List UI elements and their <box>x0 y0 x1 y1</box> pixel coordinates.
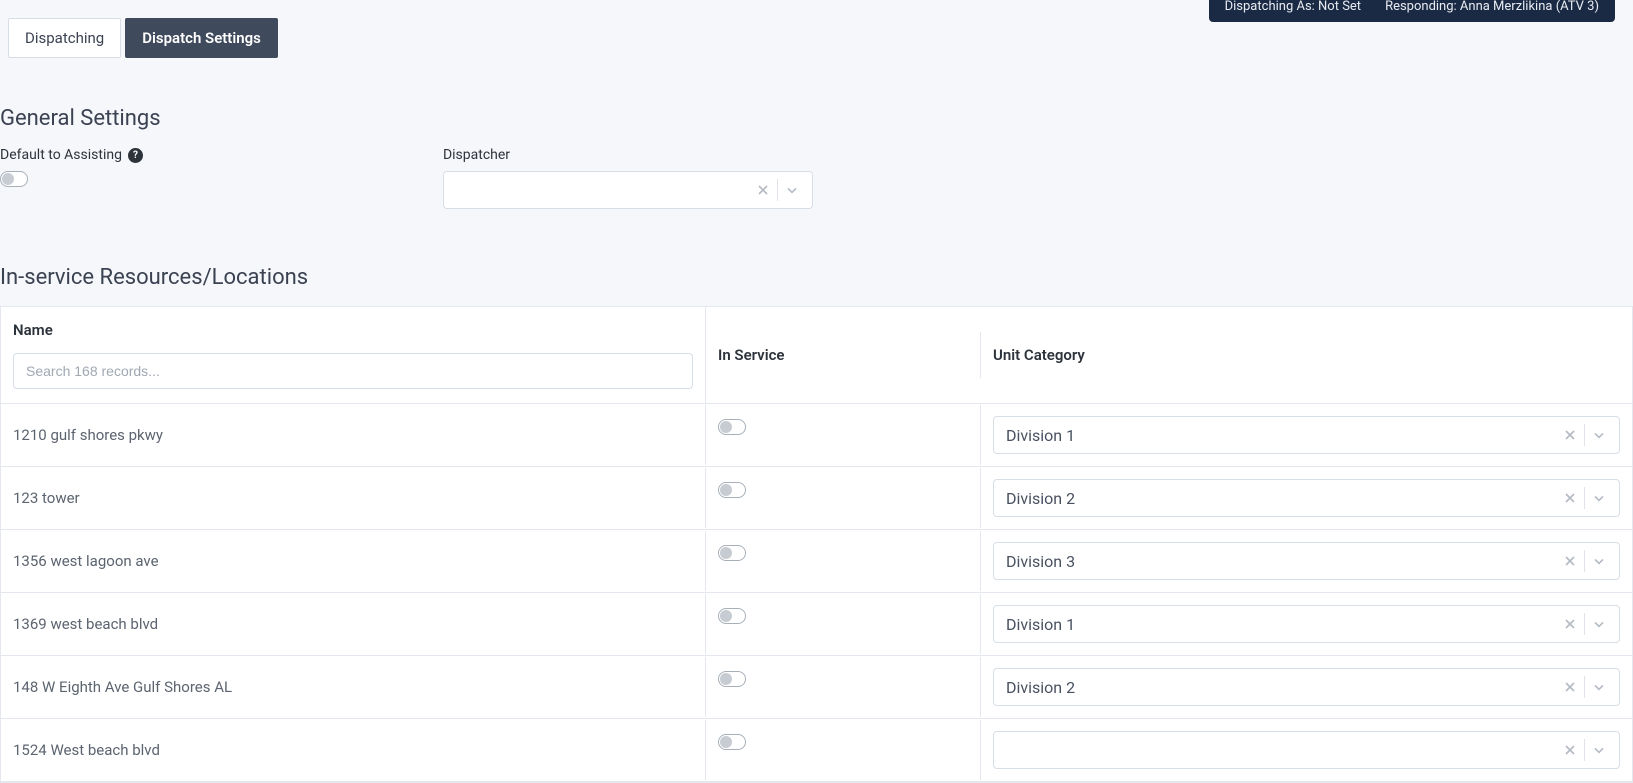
help-icon[interactable]: ? <box>128 148 143 163</box>
unit-category-value: Division 1 <box>1006 426 1556 445</box>
table-row: 148 W Eighth Ave Gulf Shores AL Division … <box>1 656 1632 719</box>
in-service-toggle[interactable] <box>718 671 746 687</box>
table-body: 1210 gulf shores pkwy Division 1 123 tower… <box>1 404 1632 782</box>
unit-category-select[interactable] <box>993 731 1620 769</box>
chevron-down-icon[interactable] <box>778 182 806 198</box>
unit-category-select[interactable]: Division 1 <box>993 605 1620 643</box>
cell-in-service <box>706 720 981 780</box>
chevron-down-icon[interactable] <box>1585 679 1613 695</box>
section-heading-in-service: In-service Resources/Locations <box>0 265 1633 290</box>
clear-icon[interactable] <box>1556 679 1584 695</box>
dispatcher-label: Dispatcher <box>443 147 813 163</box>
unit-category-value: Division 3 <box>1006 552 1556 571</box>
default-to-assisting-label-row: Default to Assisting ? <box>0 147 143 163</box>
column-header-name-label: Name <box>13 321 693 339</box>
tab-dispatch-settings[interactable]: Dispatch Settings <box>125 18 278 58</box>
unit-category-select[interactable]: Division 3 <box>993 542 1620 580</box>
cell-name: 148 W Eighth Ave Gulf Shores AL <box>1 657 706 717</box>
resources-table: Name In Service Unit Category 1210 gulf … <box>0 306 1633 783</box>
in-service-toggle[interactable] <box>718 545 746 561</box>
cell-unit-category: Division 2 <box>981 656 1632 718</box>
dispatcher-select[interactable] <box>443 171 813 209</box>
search-input[interactable] <box>13 353 693 389</box>
tab-dispatching[interactable]: Dispatching <box>8 18 121 58</box>
default-to-assisting-label: Default to Assisting <box>0 147 122 163</box>
cell-name: 1356 west lagoon ave <box>1 531 706 591</box>
column-header-unit-category: Unit Category <box>981 332 1632 378</box>
cell-in-service <box>706 594 981 654</box>
clear-icon[interactable] <box>749 182 777 198</box>
in-service-toggle[interactable] <box>718 734 746 750</box>
clear-icon[interactable] <box>1556 427 1584 443</box>
table-row: 123 tower Division 2 <box>1 467 1632 530</box>
table-row: 1369 west beach blvd Division 1 <box>1 593 1632 656</box>
chevron-down-icon[interactable] <box>1585 616 1613 632</box>
chevron-down-icon[interactable] <box>1585 742 1613 758</box>
cell-name: 1524 West beach blvd <box>1 720 706 780</box>
cell-unit-category: Division 3 <box>981 530 1632 592</box>
unit-category-select[interactable]: Division 2 <box>993 668 1620 706</box>
clear-icon[interactable] <box>1556 553 1584 569</box>
default-to-assisting-toggle[interactable] <box>0 171 28 187</box>
in-service-toggle[interactable] <box>718 608 746 624</box>
cell-in-service <box>706 531 981 591</box>
dispatching-as-text: Dispatching As: Not Set <box>1225 3 1361 11</box>
cell-name: 1369 west beach blvd <box>1 594 706 654</box>
cell-name: 1210 gulf shores pkwy <box>1 405 706 465</box>
clear-icon[interactable] <box>1556 616 1584 632</box>
cell-unit-category: Division 2 <box>981 467 1632 529</box>
field-default-to-assisting: Default to Assisting ? <box>0 147 143 209</box>
unit-category-value: Division 2 <box>1006 489 1556 508</box>
cell-unit-category <box>981 719 1632 781</box>
status-bar: Dispatching As: Not Set Responding: Anna… <box>1209 0 1615 22</box>
column-header-name: Name <box>1 307 706 403</box>
table-row: 1524 West beach blvd <box>1 719 1632 782</box>
chevron-down-icon[interactable] <box>1585 553 1613 569</box>
field-dispatcher: Dispatcher <box>443 147 813 209</box>
in-service-toggle[interactable] <box>718 419 746 435</box>
cell-name: 123 tower <box>1 468 706 528</box>
unit-category-select[interactable]: Division 1 <box>993 416 1620 454</box>
chevron-down-icon[interactable] <box>1585 427 1613 443</box>
cell-in-service <box>706 657 981 717</box>
clear-icon[interactable] <box>1556 490 1584 506</box>
column-header-in-service: In Service <box>706 332 981 378</box>
cell-unit-category: Division 1 <box>981 593 1632 655</box>
responding-text: Responding: Anna Merzlikina (ATV 3) <box>1385 3 1599 11</box>
unit-category-select[interactable]: Division 2 <box>993 479 1620 517</box>
table-header: Name In Service Unit Category <box>1 307 1632 404</box>
chevron-down-icon[interactable] <box>1585 490 1613 506</box>
table-row: 1356 west lagoon ave Division 3 <box>1 530 1632 593</box>
clear-icon[interactable] <box>1556 742 1584 758</box>
table-row: 1210 gulf shores pkwy Division 1 <box>1 404 1632 467</box>
section-heading-general: General Settings <box>0 106 1633 131</box>
cell-in-service <box>706 468 981 528</box>
unit-category-value: Division 1 <box>1006 615 1556 634</box>
in-service-toggle[interactable] <box>718 482 746 498</box>
unit-category-value: Division 2 <box>1006 678 1556 697</box>
cell-in-service <box>706 405 981 465</box>
cell-unit-category: Division 1 <box>981 404 1632 466</box>
